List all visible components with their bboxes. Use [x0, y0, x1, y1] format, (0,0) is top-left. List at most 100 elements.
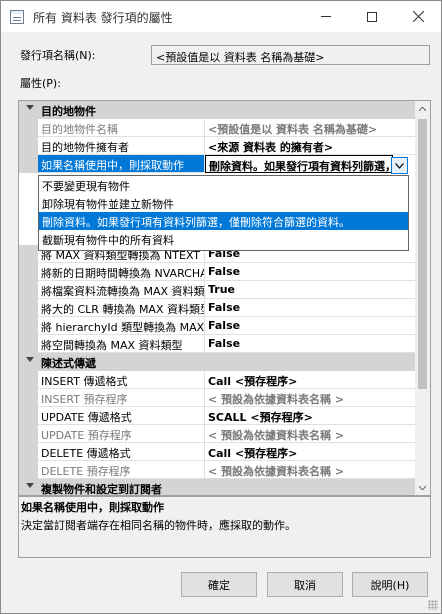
row-gutter — [19, 371, 38, 389]
row-gutter — [19, 119, 38, 137]
property-value[interactable]: < 預設為依據資料表名稱 > — [205, 425, 415, 443]
property-row[interactable]: 將檔案資料流轉換為 MAX 資料類型 True — [19, 281, 415, 299]
row-gutter — [19, 335, 38, 353]
property-row[interactable]: INSERT 傳遞格式 Call <預存程序> — [19, 371, 415, 389]
property-value[interactable]: False — [205, 299, 415, 317]
property-value[interactable]: SCALL <預存程序> — [205, 407, 415, 425]
close-icon — [412, 11, 424, 22]
vertical-scrollbar[interactable] — [415, 101, 430, 495]
category-destination-object[interactable]: 目的地物件 — [19, 101, 415, 119]
collapse-icon[interactable] — [25, 481, 35, 493]
property-name: 目的地物件擁有者 — [38, 137, 205, 155]
cancel-button[interactable]: 取消 — [267, 572, 343, 597]
property-name: 將 hierarchyId 類型轉換為 MAX 資料類型 — [38, 317, 205, 335]
row-gutter — [19, 137, 38, 155]
description-text: 決定當訂閱者端存在相同名稱的物件時，應採取的動作。 — [21, 519, 296, 532]
property-name: UPDATE 傳遞格式 — [38, 407, 205, 425]
dropdown-toggle-button[interactable] — [391, 157, 408, 174]
property-value[interactable]: Call <預存程序> — [205, 443, 415, 461]
category-statement-delivery[interactable]: 陳述式傳遞 — [19, 353, 415, 371]
property-value[interactable]: <來源 資料表 的擁有者> — [205, 137, 415, 155]
row-gutter — [19, 263, 38, 281]
property-name: 如果名稱使用中，則採取動作 — [38, 155, 205, 173]
property-row[interactable]: 將空間轉換為 MAX 資料類型 False — [19, 335, 415, 353]
property-row[interactable]: 目的地物件名稱 <預設值是以 資料表 名稱為基礎> — [19, 119, 415, 137]
property-value[interactable]: False — [205, 335, 415, 353]
property-value[interactable]: <預設值是以 資料表 名稱為基礎> — [205, 119, 415, 137]
row-gutter — [19, 443, 38, 461]
property-row[interactable]: 目的地物件擁有者 <來源 資料表 的擁有者> — [19, 137, 415, 155]
row-gutter — [19, 245, 38, 263]
category-copy-objects[interactable]: 複製物件和設定到訂閱者 — [19, 479, 415, 496]
properties-label: 屬性(P): — [20, 77, 61, 90]
chevron-up-icon — [419, 106, 426, 111]
close-button[interactable] — [395, 1, 441, 32]
resize-grip-icon[interactable] — [428, 600, 438, 610]
property-name: DELETE 傳遞格式 — [38, 443, 205, 461]
property-value[interactable]: False — [205, 263, 415, 281]
maximize-button[interactable] — [349, 1, 395, 32]
maximize-icon — [367, 11, 377, 22]
scroll-down-button[interactable] — [415, 480, 430, 495]
minimize-button[interactable] — [303, 1, 349, 32]
properties-dialog: 所有 資料表 發行項的屬性 發行項名稱(N): <預設值是以 資料表 名稱為基礎… — [0, 0, 442, 614]
description-title: 如果名稱使用中，則採取動作 — [21, 501, 164, 514]
row-gutter — [19, 155, 38, 173]
dropdown-option[interactable]: 卸除現有物件並建立新物件 — [39, 194, 408, 212]
property-value[interactable]: < 預設為依據資料表名稱 > — [205, 461, 415, 479]
property-row[interactable]: UPDATE 傳遞格式 SCALL <預存程序> — [19, 407, 415, 425]
window-title: 所有 資料表 發行項的屬性 — [33, 11, 173, 25]
category-title: 陳述式傳遞 — [41, 357, 96, 370]
property-row[interactable]: DELETE 預存程序 < 預設為依據資料表名稱 > — [19, 461, 415, 479]
property-row[interactable]: 將新的日期時間轉換為 NVARCHAR False — [19, 263, 415, 281]
help-button[interactable]: 說明(H) — [352, 572, 428, 597]
action-dropdown-list[interactable]: 不要變更現有物件 卸除現有物件並建立新物件 刪除資料。如果發行項有資料列篩選，僅… — [38, 175, 409, 251]
row-gutter — [19, 281, 38, 299]
property-value[interactable]: True — [205, 281, 415, 299]
property-name: 目的地物件名稱 — [38, 119, 205, 137]
property-row[interactable]: 將 hierarchyId 類型轉換為 MAX 資料類型 False — [19, 317, 415, 335]
scroll-up-button[interactable] — [415, 101, 430, 116]
property-grid[interactable]: 目的地物件 目的地物件名稱 <預設值是以 資料表 名稱為基礎> 目的地物件擁有者… — [18, 100, 431, 496]
scroll-thumb[interactable] — [418, 119, 427, 389]
property-name: INSERT 傳遞格式 — [38, 371, 205, 389]
table-icon — [10, 10, 24, 24]
property-row[interactable]: UPDATE 預存程序 < 預設為依據資料表名稱 > — [19, 425, 415, 443]
publication-name-field: <預設值是以 資料表 名稱為基礎> — [151, 45, 430, 65]
dropdown-option[interactable]: 不要變更現有物件 — [39, 176, 408, 194]
property-name: INSERT 預存程序 — [38, 389, 205, 407]
row-gutter — [19, 299, 38, 317]
chevron-down-icon — [395, 162, 404, 169]
dropdown-option[interactable]: 截斷現有物件中的所有資料 — [39, 230, 408, 248]
property-name: 將空間轉換為 MAX 資料類型 — [38, 335, 205, 353]
row-gutter — [19, 317, 38, 335]
category-title: 複製物件和設定到訂閱者 — [41, 483, 162, 496]
row-gutter — [19, 461, 38, 479]
chevron-down-icon — [419, 485, 426, 490]
property-row[interactable]: 將大的 CLR 轉換為 MAX 資料類型 False — [19, 299, 415, 317]
property-row[interactable]: INSERT 預存程序 < 預設為依據資料表名稱 > — [19, 389, 415, 407]
property-value[interactable]: < 預設為依據資料表名稱 > — [205, 389, 415, 407]
property-name: 將新的日期時間轉換為 NVARCHAR — [38, 263, 205, 281]
property-row-selected[interactable]: 如果名稱使用中，則採取動作 刪除資料。如果發行項有資料列篩選，僅刪除符合篩選的資… — [19, 155, 415, 173]
property-description: 如果名稱使用中，則採取動作 決定當訂閱者端存在相同名稱的物件時，應採取的動作。 — [18, 496, 431, 558]
property-name: 將檔案資料流轉換為 MAX 資料類型 — [38, 281, 205, 299]
row-gutter — [19, 425, 38, 443]
dropdown-option-highlighted[interactable]: 刪除資料。如果發行項有資料列篩選，僅刪除符合篩選的資料。 — [39, 212, 408, 230]
property-row[interactable]: DELETE 傳遞格式 Call <預存程序> — [19, 443, 415, 461]
property-name: UPDATE 預存程序 — [38, 425, 205, 443]
property-value[interactable]: Call <預存程序> — [205, 371, 415, 389]
row-gutter — [19, 407, 38, 425]
title-bar: 所有 資料表 發行項的屬性 — [1, 1, 441, 32]
property-name: 將大的 CLR 轉換為 MAX 資料類型 — [38, 299, 205, 317]
collapse-icon[interactable] — [25, 103, 35, 115]
minimize-icon — [321, 16, 331, 17]
collapse-icon[interactable] — [25, 355, 35, 367]
property-value[interactable]: False — [205, 317, 415, 335]
property-value-editor[interactable]: 刪除資料。如果發行項有資料列篩選，僅刪除符合篩選的資料。 — [205, 155, 393, 173]
publication-name-label: 發行項名稱(N): — [20, 49, 96, 62]
ok-button[interactable]: 確定 — [181, 572, 257, 597]
property-name: DELETE 預存程序 — [38, 461, 205, 479]
category-title: 目的地物件 — [41, 105, 96, 118]
row-gutter — [19, 389, 38, 407]
